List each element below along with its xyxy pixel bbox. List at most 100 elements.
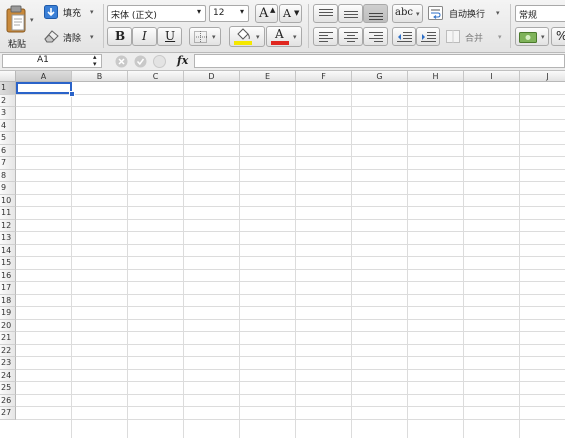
column-header-c[interactable]: C — [128, 71, 184, 82]
column-header-d[interactable]: D — [184, 71, 240, 82]
fill-color-dropdown-icon[interactable]: ▾ — [256, 33, 260, 41]
borders-dropdown-icon[interactable]: ▾ — [212, 33, 216, 41]
row-header-18[interactable]: 18 — [0, 294, 16, 307]
underline-button[interactable]: U — [157, 27, 182, 46]
row-gridline — [16, 218, 565, 220]
row-header-13[interactable]: 13 — [0, 232, 16, 245]
font-name-dropdown-icon[interactable]: ▾ — [197, 7, 201, 16]
row-header-11[interactable]: 11 — [0, 207, 16, 220]
borders-button[interactable]: ▾ — [189, 27, 221, 46]
row-header-10[interactable]: 10 — [0, 194, 16, 207]
column-header-b[interactable]: B — [72, 71, 128, 82]
selected-cell[interactable] — [16, 82, 72, 94]
row-gridline — [16, 381, 565, 382]
row-header-15[interactable]: 15 — [0, 257, 16, 270]
name-box[interactable]: A1 ▴ ▾ — [2, 54, 102, 68]
column-header-g[interactable]: G — [352, 71, 408, 82]
function-wizard-icon[interactable] — [153, 55, 166, 68]
column-header-a[interactable]: A — [16, 71, 72, 82]
merge-button[interactable]: 合并 ▾ — [446, 29, 506, 47]
row-header-21[interactable]: 21 — [0, 332, 16, 345]
paste-dropdown-icon[interactable]: ▾ — [30, 16, 34, 24]
row-header-3[interactable]: 3 — [0, 107, 16, 120]
font-color-dropdown-icon[interactable]: ▾ — [293, 33, 297, 41]
fx-icon[interactable]: fx — [177, 54, 188, 67]
row-header-20[interactable]: 20 — [0, 319, 16, 332]
currency-dropdown-icon[interactable]: ▾ — [541, 33, 545, 41]
grow-font-button[interactable]: A ▲ — [255, 4, 278, 23]
font-size-select[interactable]: 12 ▾ — [209, 5, 249, 22]
row-header-27[interactable]: 27 — [0, 407, 16, 420]
align-middle-icon — [344, 11, 358, 18]
row-gridline — [16, 268, 565, 270]
row-gridline — [16, 181, 565, 182]
align-center-button[interactable] — [338, 27, 363, 46]
decrease-indent-button[interactable] — [392, 27, 416, 46]
fill-color-swatch — [234, 41, 252, 45]
row-header-23[interactable]: 23 — [0, 357, 16, 370]
fill-button[interactable]: 填充 ▾ — [44, 4, 100, 22]
enter-icon[interactable] — [134, 55, 147, 68]
align-top-button[interactable] — [313, 4, 338, 23]
row-gridline — [16, 106, 565, 107]
eraser-icon — [44, 30, 59, 43]
align-left-button[interactable] — [313, 27, 338, 46]
column-header-e[interactable]: E — [240, 71, 296, 82]
wrap-text-button[interactable]: 自动换行 ▾ — [428, 5, 504, 23]
font-size-dropdown-icon[interactable]: ▾ — [240, 7, 244, 16]
row-header-16[interactable]: 16 — [0, 269, 16, 282]
column-header-h[interactable]: H — [408, 71, 464, 82]
clear-button[interactable]: 清除 ▾ — [44, 28, 100, 46]
fill-handle[interactable] — [69, 91, 75, 97]
text-orientation-dropdown-icon[interactable]: ▾ — [416, 10, 420, 18]
row-header-5[interactable]: 5 — [0, 132, 16, 145]
row-header-9[interactable]: 9 — [0, 182, 16, 195]
align-middle-button[interactable] — [338, 4, 363, 23]
row-header-4[interactable]: 4 — [0, 119, 16, 132]
row-header-26[interactable]: 26 — [0, 394, 16, 407]
row-header-19[interactable]: 19 — [0, 307, 16, 320]
grow-font-arrow-icon: ▲ — [270, 6, 276, 14]
row-header-6[interactable]: 6 — [0, 144, 16, 157]
column-header-j[interactable]: J — [520, 71, 565, 82]
shrink-font-button[interactable]: A ▼ — [279, 4, 302, 23]
cancel-icon[interactable] — [115, 55, 128, 68]
column-header-f[interactable]: F — [296, 71, 352, 82]
clear-dropdown-icon[interactable]: ▾ — [90, 33, 94, 41]
row-header-1[interactable]: 1 — [0, 82, 16, 95]
name-box-stepper-icon[interactable]: ▴ ▾ — [93, 54, 97, 68]
fill-dropdown-icon[interactable]: ▾ — [90, 8, 94, 16]
select-all-corner[interactable] — [0, 71, 16, 82]
font-color-button[interactable]: A ▾ — [266, 26, 302, 47]
column-gridline — [519, 82, 520, 438]
formula-input[interactable] — [194, 54, 565, 68]
row-header-22[interactable]: 22 — [0, 344, 16, 357]
column-header-i[interactable]: I — [464, 71, 520, 82]
currency-format-button[interactable]: ▾ — [515, 27, 549, 46]
row-header-14[interactable]: 14 — [0, 244, 16, 257]
number-format-select[interactable]: 常规 — [515, 5, 565, 22]
row-header-24[interactable]: 24 — [0, 369, 16, 382]
row-header-7[interactable]: 7 — [0, 157, 16, 170]
increase-indent-button[interactable] — [416, 27, 440, 46]
row-header-8[interactable]: 8 — [0, 169, 16, 182]
text-orientation-button[interactable]: abc ▾ — [392, 4, 423, 23]
percent-button[interactable]: % — [551, 27, 565, 46]
row-header-2[interactable]: 2 — [0, 94, 16, 107]
align-bottom-button[interactable] — [363, 4, 388, 23]
merge-dropdown-icon[interactable]: ▾ — [498, 33, 502, 41]
row-header-12[interactable]: 12 — [0, 219, 16, 232]
fill-color-button[interactable]: ▾ — [229, 26, 265, 47]
row-header-25[interactable]: 25 — [0, 382, 16, 395]
wrap-text-dropdown-icon[interactable]: ▾ — [496, 9, 500, 17]
row-gridline — [16, 156, 565, 157]
align-right-button[interactable] — [363, 27, 388, 46]
font-name-select[interactable]: 宋体 (正文) ▾ — [107, 5, 206, 22]
row-header-17[interactable]: 17 — [0, 282, 16, 295]
increase-indent-icon — [421, 32, 436, 42]
paste-button[interactable]: ▾ 粘贴 — [2, 3, 36, 50]
paint-bucket-icon — [237, 28, 250, 40]
italic-button[interactable]: I — [132, 27, 157, 46]
bold-button[interactable]: B — [107, 27, 132, 46]
fill-down-icon — [44, 5, 58, 19]
